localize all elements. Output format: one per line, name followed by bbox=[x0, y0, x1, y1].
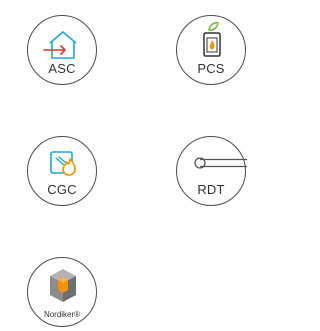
badge-label-nordiker: Nordiker® bbox=[43, 310, 81, 319]
badge-label-rdt: RDT bbox=[197, 182, 225, 197]
cgc-badge: CGC bbox=[27, 136, 97, 206]
badge-label-pcs: PCS bbox=[197, 61, 225, 76]
asc-badge: ASC bbox=[27, 15, 97, 85]
nordiker-badge: Nordiker® bbox=[27, 257, 97, 327]
badge-label-cgc: CGC bbox=[47, 182, 77, 197]
badge-label-asc: ASC bbox=[48, 61, 76, 76]
pcs-badge: PCS bbox=[176, 15, 246, 85]
rdt-badge: RDT bbox=[176, 136, 247, 206]
